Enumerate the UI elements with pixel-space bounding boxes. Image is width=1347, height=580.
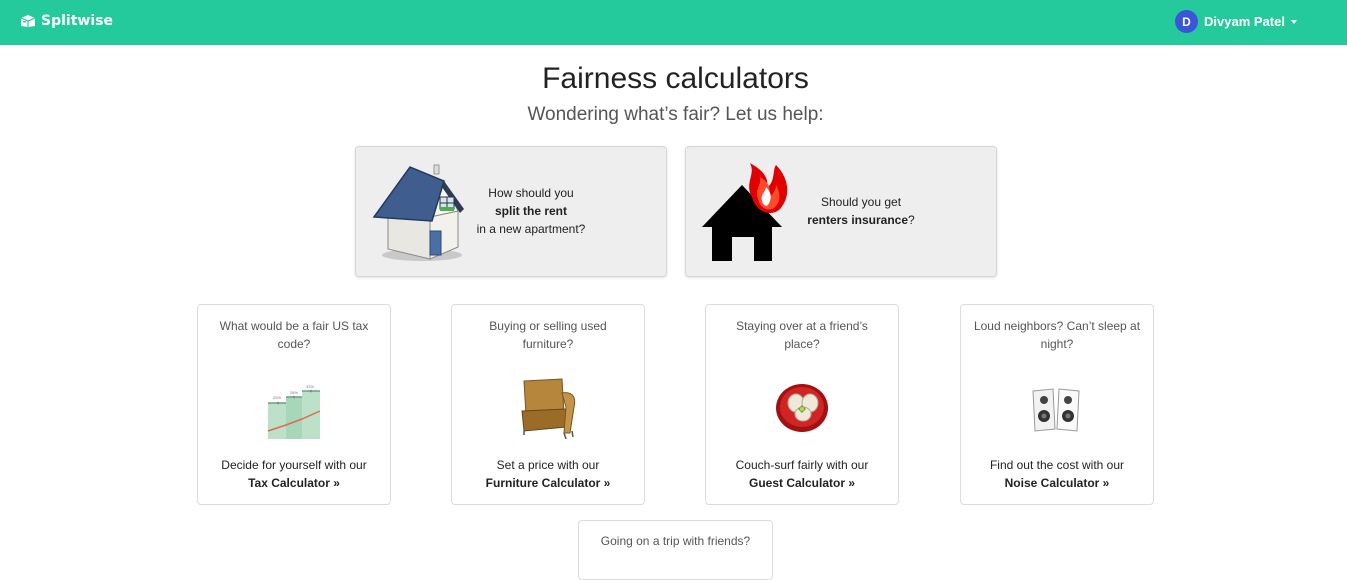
avatar: D	[1175, 10, 1198, 33]
furniture-calculator-card[interactable]: Buying or selling used furniture? Set a …	[451, 304, 645, 505]
guest-question: Staying over at a friend’s place?	[736, 319, 868, 351]
renters-insurance-card[interactable]: Should you get renters insurance?	[685, 146, 997, 277]
noise-calculator-link[interactable]: Noise Calculator »	[967, 474, 1147, 492]
noise-cta: Find out the cost with our Noise Calcula…	[967, 456, 1147, 492]
guest-plate-icon	[774, 381, 830, 438]
noise-cta-text: Find out the cost with our	[989, 458, 1125, 472]
tax-calculator-link[interactable]: Tax Calculator »	[204, 474, 384, 492]
furniture-calculator-link[interactable]: Furniture Calculator »	[458, 474, 638, 492]
page-subtitle: Wondering what’s fair? Let us help:	[527, 104, 824, 125]
noise-question: Loud neighbors? Can’t sleep at night?	[973, 319, 1141, 351]
split-rent-text: How should you split the rent in a new a…	[468, 184, 594, 238]
top-navbar: Splitwise D Divyam Patel	[0, 0, 1347, 45]
chevron-down-icon	[1290, 19, 1297, 24]
splitwise-logo-icon	[20, 15, 36, 27]
user-menu[interactable]: D Divyam Patel	[1175, 10, 1297, 33]
burning-house-icon	[700, 161, 796, 270]
svg-text:25%: 25%	[273, 395, 281, 400]
svg-text:28%: 28%	[290, 390, 298, 395]
house-icon	[370, 159, 468, 270]
trip-calculator-card[interactable]: Going on a trip with friends?	[578, 520, 773, 580]
tax-cta-text: Decide for yourself with our	[221, 458, 367, 472]
tax-question: What would be a fair US tax code?	[219, 319, 369, 351]
guest-calculator-card[interactable]: Staying over at a friend’s place? Couch-…	[705, 304, 899, 505]
renters-insurance-line1: Should you get	[820, 195, 902, 209]
page-title: Fairness calculators	[542, 62, 809, 95]
split-rent-card[interactable]: How should you split the rent in a new a…	[355, 146, 667, 277]
tax-calculator-card[interactable]: What would be a fair US tax code? 25% 28…	[197, 304, 391, 505]
furniture-cta-text: Set a price with our	[496, 458, 600, 472]
armchair-icon	[520, 377, 576, 444]
svg-text:33%: 33%	[306, 384, 314, 389]
furniture-question: Buying or selling used furniture?	[489, 319, 607, 351]
renters-insurance-emphasis: renters insurance	[807, 213, 909, 227]
tax-chart-icon: 25% 28% 33%	[266, 381, 322, 444]
furniture-cta: Set a price with our Furniture Calculato…	[458, 456, 638, 492]
tax-cta: Decide for yourself with our Tax Calcula…	[204, 456, 384, 492]
split-rent-line3: in a new apartment?	[476, 222, 586, 236]
speakers-icon	[1031, 387, 1083, 438]
split-rent-line1: How should you	[488, 186, 574, 200]
noise-calculator-card[interactable]: Loud neighbors? Can’t sleep at night? Fi…	[960, 304, 1154, 505]
brand-logo[interactable]: Splitwise	[20, 13, 113, 29]
renters-insurance-text: Should you get renters insurance?	[798, 193, 924, 229]
guest-cta: Couch-surf fairly with our Guest Calcula…	[712, 456, 892, 492]
trip-question: Going on a trip with friends?	[600, 534, 751, 548]
user-name: Divyam Patel	[1204, 14, 1285, 29]
split-rent-emphasis: split the rent	[494, 204, 567, 218]
guest-calculator-link[interactable]: Guest Calculator »	[712, 474, 892, 492]
guest-cta-text: Couch-surf fairly with our	[735, 458, 869, 472]
renters-insurance-suffix: ?	[908, 213, 915, 227]
brand-name: Splitwise	[41, 13, 113, 29]
